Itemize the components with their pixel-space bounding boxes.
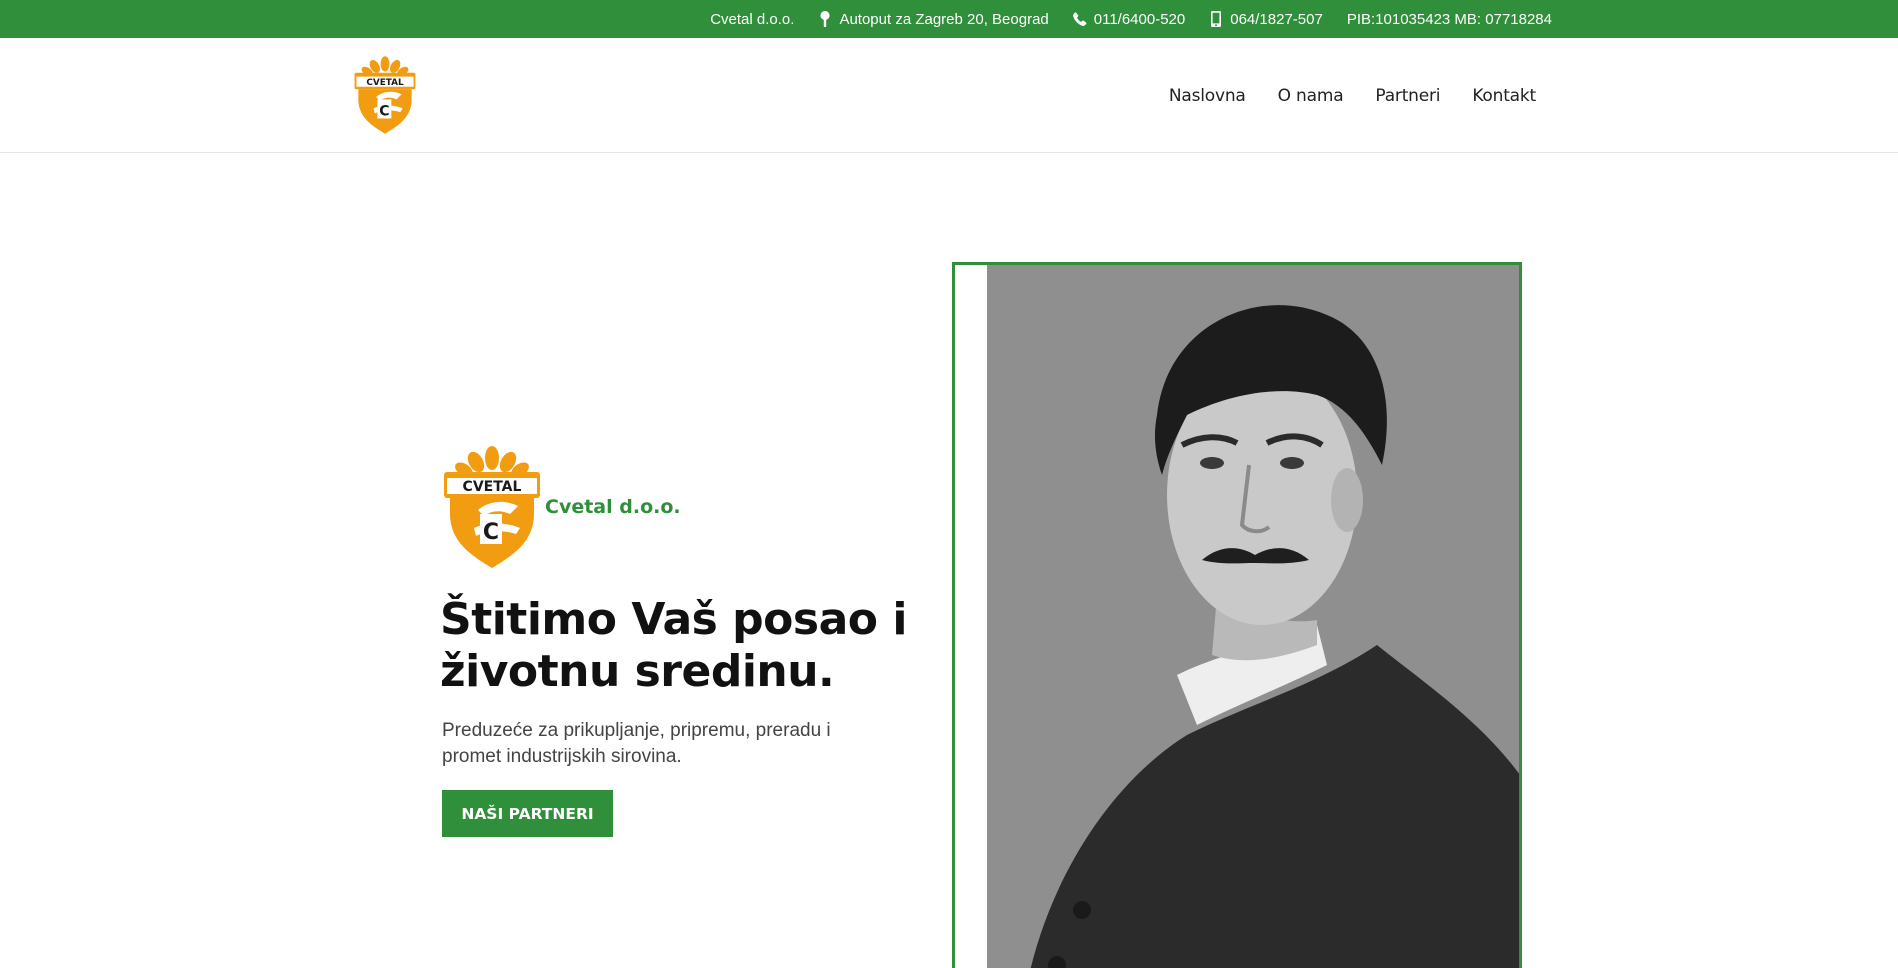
- topbar-mobile-text: 064/1827-507: [1230, 10, 1323, 28]
- mobile-icon: [1209, 11, 1223, 27]
- topbar-ids: PIB:101035423 MB: 07718284: [1347, 11, 1552, 28]
- top-info-bar: Cvetal d.o.o. Autoput za Zagreb 20, Beog…: [0, 0, 1898, 38]
- topbar-ids-text: PIB:101035423 MB: 07718284: [1346, 10, 1552, 28]
- partners-button[interactable]: NAŠI PARTNERI: [442, 790, 613, 837]
- portrait-illustration: [987, 265, 1519, 968]
- hero-logo-text: CVETAL: [463, 479, 522, 495]
- topbar-phone[interactable]: 011/6400-520: [1072, 10, 1186, 28]
- topbar-phone-text: 011/6400-520: [1093, 10, 1186, 28]
- topbar-company-text: Cvetal d.o.o.: [710, 10, 795, 28]
- hero-subtitle: Preduzeće za prikupljanje, pripremu, pre…: [442, 720, 831, 767]
- header-logo[interactable]: CVETAL C: [352, 54, 418, 136]
- nav-item-kontakt[interactable]: Kontakt: [1472, 86, 1536, 106]
- hero-logo-letter: C: [483, 520, 499, 545]
- topbar-address[interactable]: Autoput za Zagreb 20, Beograd: [818, 10, 1049, 28]
- topbar-mobile[interactable]: 064/1827-507: [1209, 11, 1323, 28]
- cvetal-logo-image: CVETAL C: [354, 56, 416, 134]
- top-info-bar-content: Cvetal d.o.o. Autoput za Zagreb 20, Beog…: [710, 0, 1552, 38]
- hero-logo: CVETAL C: [440, 444, 544, 570]
- map-pin-icon: [818, 11, 832, 27]
- nav-item-partneri[interactable]: Partneri: [1375, 86, 1440, 106]
- main-navigation: Naslovna O nama Partneri Kontakt: [1169, 38, 1536, 153]
- topbar-address-text: Autoput za Zagreb 20, Beograd: [839, 10, 1049, 28]
- hero-brand-name: Cvetal d.o.o.: [545, 496, 681, 518]
- logo-letter: C: [379, 103, 389, 119]
- hero-title: Štitimo Vaš posao i životnu sredinu.: [440, 594, 907, 697]
- nav-item-o-nama[interactable]: O nama: [1278, 86, 1344, 106]
- portrait-photo: [987, 265, 1519, 968]
- logo-text: CVETAL: [366, 78, 404, 88]
- portrait-frame: [952, 262, 1522, 968]
- nav-item-naslovna[interactable]: Naslovna: [1169, 86, 1246, 106]
- topbar-company: Cvetal d.o.o.: [710, 11, 794, 28]
- hero-cvetal-logo-image: CVETAL C: [444, 446, 540, 568]
- phone-icon: [1072, 11, 1087, 27]
- site-header: CVETAL C Naslovna O nama Partneri Kontak…: [0, 38, 1898, 153]
